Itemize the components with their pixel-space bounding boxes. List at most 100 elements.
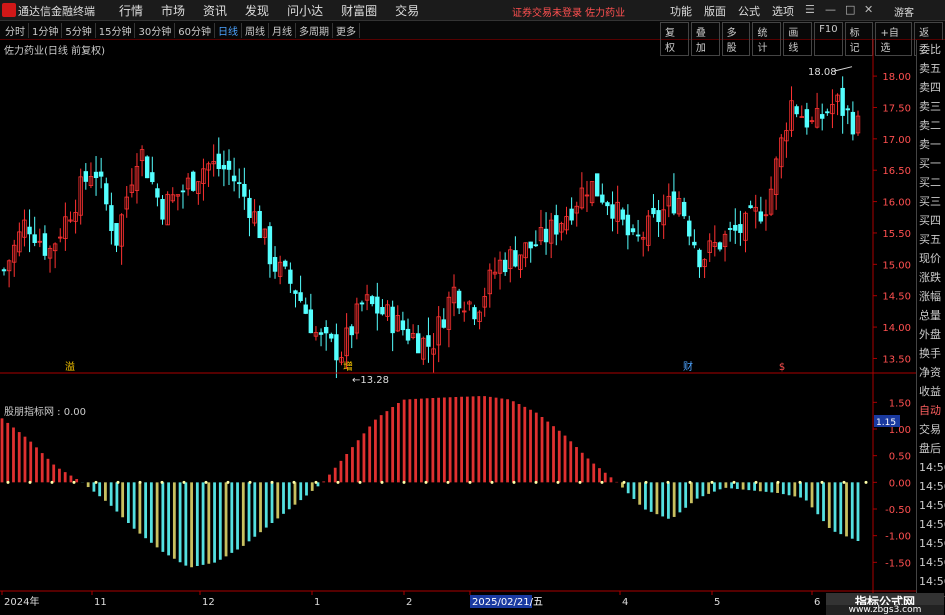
sidebar-item[interactable]: 涨幅 xyxy=(917,287,945,306)
sidebar-item[interactable]: 自动 xyxy=(917,401,945,420)
tab-more[interactable]: 更多 xyxy=(333,23,360,38)
tab-daily[interactable]: 日线 xyxy=(215,23,242,38)
sidebar-item[interactable]: 现价 xyxy=(917,249,945,268)
time-tick-label: 6 xyxy=(814,597,820,608)
menu-icon[interactable]: ☰ xyxy=(805,3,815,16)
zero-marker xyxy=(578,480,582,484)
sidebar-item[interactable]: 买一 xyxy=(917,154,945,173)
tab-60min[interactable]: 60分钟 xyxy=(175,23,215,38)
sidebar-item[interactable]: 收益 xyxy=(917,382,945,401)
menu-item-wealth[interactable]: 财富圈 xyxy=(332,2,386,19)
time-tick-label: 2 xyxy=(406,597,412,608)
candle-body xyxy=(426,335,431,347)
zero-marker xyxy=(292,480,296,484)
tab-15min[interactable]: 15分钟 xyxy=(96,23,136,38)
minimize-icon[interactable]: — xyxy=(825,3,836,16)
sidebar-item[interactable]: 14:56 xyxy=(917,553,945,572)
menu-item-ask[interactable]: 问小达 xyxy=(278,2,332,19)
close-icon[interactable]: ✕ xyxy=(864,3,873,16)
price-tick-label: 17.00 xyxy=(882,135,911,146)
zero-marker xyxy=(380,480,384,484)
candle-body xyxy=(283,260,288,267)
sidebar-item[interactable]: 总量 xyxy=(917,306,945,325)
zero-marker xyxy=(270,480,274,484)
tab-intraday[interactable]: 分时 xyxy=(2,23,29,38)
zero-marker xyxy=(182,480,186,484)
maximize-icon[interactable]: □ xyxy=(845,3,855,16)
sidebar-item[interactable]: 14:56 xyxy=(917,477,945,496)
tab-5min[interactable]: 5分钟 xyxy=(62,23,96,38)
menu-item-function[interactable]: 功能 xyxy=(664,3,698,19)
sidebar-item[interactable]: 净资 xyxy=(917,363,945,382)
candle-body xyxy=(610,204,615,219)
menu-item-layout[interactable]: 版面 xyxy=(698,3,732,19)
menu-item-options[interactable]: 选项 xyxy=(766,3,800,19)
watermark: 指标公式网 www.zbgs3.com xyxy=(826,593,944,615)
guest-label[interactable]: 游客 xyxy=(894,4,914,19)
candle-body xyxy=(554,215,559,235)
candle-body xyxy=(272,256,278,272)
menu-item-news[interactable]: 资讯 xyxy=(194,2,236,19)
sidebar-item[interactable]: 卖一 xyxy=(917,135,945,154)
sidebar-item[interactable]: 卖四 xyxy=(917,78,945,97)
time-tick-label: 2024年 xyxy=(4,595,39,608)
sidebar-item[interactable]: 换手 xyxy=(917,344,945,363)
candle-body xyxy=(318,332,324,335)
sidebar-item[interactable]: 买三 xyxy=(917,192,945,211)
sidebar-item[interactable]: 交易 xyxy=(917,420,945,439)
tab-monthly[interactable]: 月线 xyxy=(269,23,296,38)
sidebar-item[interactable]: 卖二 xyxy=(917,116,945,135)
sidebar-item[interactable]: 外盘 xyxy=(917,325,945,344)
tab-weekly[interactable]: 周线 xyxy=(242,23,269,38)
zero-marker xyxy=(622,480,626,484)
candle-body xyxy=(375,296,380,314)
app-title: 通达信金融终端 xyxy=(18,5,95,18)
menu-item-discover[interactable]: 发现 xyxy=(236,2,278,19)
sidebar-item[interactable]: 买四 xyxy=(917,211,945,230)
candle-body xyxy=(687,220,692,237)
zero-marker xyxy=(138,480,142,484)
menu-item-quotes[interactable]: 行情 xyxy=(110,2,152,19)
candle-body xyxy=(369,296,375,305)
candle-body xyxy=(293,290,298,294)
event-marker: 增 xyxy=(343,360,353,373)
zero-marker xyxy=(842,480,846,484)
candle-body xyxy=(359,302,365,305)
sidebar-item[interactable]: 14:56 xyxy=(917,458,945,477)
candle-body xyxy=(150,172,155,183)
sidebar-item[interactable]: 14:56 xyxy=(917,572,945,591)
zero-marker xyxy=(226,480,230,484)
sidebar-item[interactable]: 卖三 xyxy=(917,97,945,116)
chart-canvas[interactable]: 18.08 ←13.28 溢 增 财 $ 18.00 17.50 17.00 16.50 16.0… xyxy=(0,39,916,609)
menu-item-trade[interactable]: 交易 xyxy=(386,2,428,19)
zero-marker xyxy=(6,480,10,484)
candle-body xyxy=(242,183,247,197)
candle-body xyxy=(93,171,99,179)
ind-tick-label: 0.00 xyxy=(889,478,911,489)
menu-item-formula[interactable]: 公式 xyxy=(732,3,766,19)
sidebar-item[interactable]: 14:56 xyxy=(917,515,945,534)
tab-30min[interactable]: 30分钟 xyxy=(135,23,176,38)
sidebar-item[interactable]: 14:56 xyxy=(917,534,945,553)
tab-multi-period[interactable]: 多周期 xyxy=(296,23,333,38)
tab-1min[interactable]: 1分钟 xyxy=(29,23,63,38)
candle-body xyxy=(405,328,411,341)
sidebar-item[interactable]: 委比 xyxy=(917,40,945,59)
sidebar-item[interactable]: 14:56 xyxy=(917,496,945,515)
time-tick-label: 1 xyxy=(314,597,320,608)
main-chart-title: 佐力药业(日线 前复权) xyxy=(4,46,105,57)
sidebar-item[interactable]: 买五 xyxy=(917,230,945,249)
zero-marker xyxy=(94,480,98,484)
price-tick-label: 18.00 xyxy=(882,72,911,83)
ind-tick-label: 1.50 xyxy=(889,398,911,409)
time-tick-label: 12 xyxy=(202,597,215,608)
candle-body xyxy=(513,250,518,267)
sidebar-item[interactable]: 盘后 xyxy=(917,439,945,458)
sidebar-item[interactable]: 涨跌 xyxy=(917,268,945,287)
zero-marker xyxy=(688,480,692,484)
menu-item-market[interactable]: 市场 xyxy=(152,2,194,19)
sidebar-item[interactable]: 卖五 xyxy=(917,59,945,78)
right-menu: 功能 版面 公式 选项 xyxy=(664,3,800,19)
candle-body xyxy=(267,226,273,265)
sidebar-item[interactable]: 买二 xyxy=(917,173,945,192)
